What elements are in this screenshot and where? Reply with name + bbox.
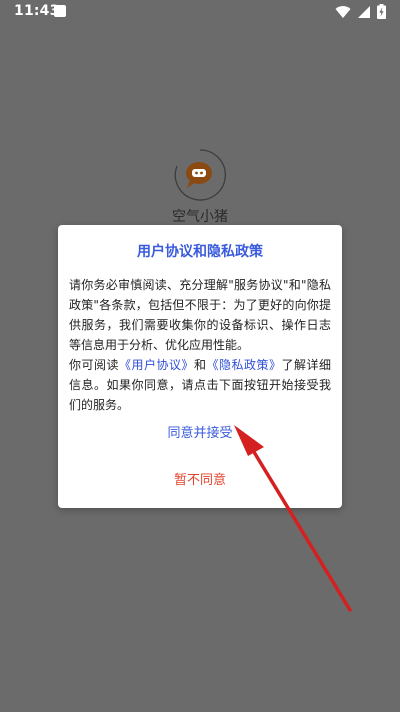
dialog-body-paragraph-1: 请你务必审慎阅读、充分理解"服务协议"和"隐私政策"各条款，包括但不限于：为了更…: [69, 278, 331, 352]
read-prefix-text: 你可阅读: [69, 358, 119, 372]
pig-chat-bubble-logo: [172, 147, 228, 203]
privacy-policy-link[interactable]: 《隐私政策》: [206, 358, 281, 372]
dialog-title: 用户协议和隐私政策: [137, 244, 263, 260]
user-agreement-link[interactable]: 《用户协议》: [119, 358, 194, 372]
wifi-icon: [335, 4, 351, 23]
notification-square-icon: [54, 5, 66, 17]
app-name: 空气小猪: [172, 209, 228, 225]
cellular-signal-icon: [357, 4, 371, 23]
and-text: 和: [193, 358, 207, 372]
battery-charging-icon: [377, 4, 386, 23]
agree-button[interactable]: 同意并接受: [58, 422, 342, 441]
status-time: 11:43: [14, 3, 60, 19]
status-icons: [335, 4, 386, 23]
dialog-body-paragraph-2: 你可阅读《用户协议》和《隐私政策》了解详细信息。如果你同意，请点击下面按钮开始接…: [69, 355, 331, 415]
status-bar: 11:43: [0, 0, 400, 24]
privacy-dialog: 用户协议和隐私政策 请你务必审慎阅读、充分理解"服务协议"和"隐私政策"各条款，…: [58, 225, 342, 508]
dialog-body: 请你务必审慎阅读、充分理解"服务协议"和"隐私政策"各条款，包括但不限于：为了更…: [69, 275, 331, 415]
disagree-button[interactable]: 暂不同意: [58, 469, 342, 488]
